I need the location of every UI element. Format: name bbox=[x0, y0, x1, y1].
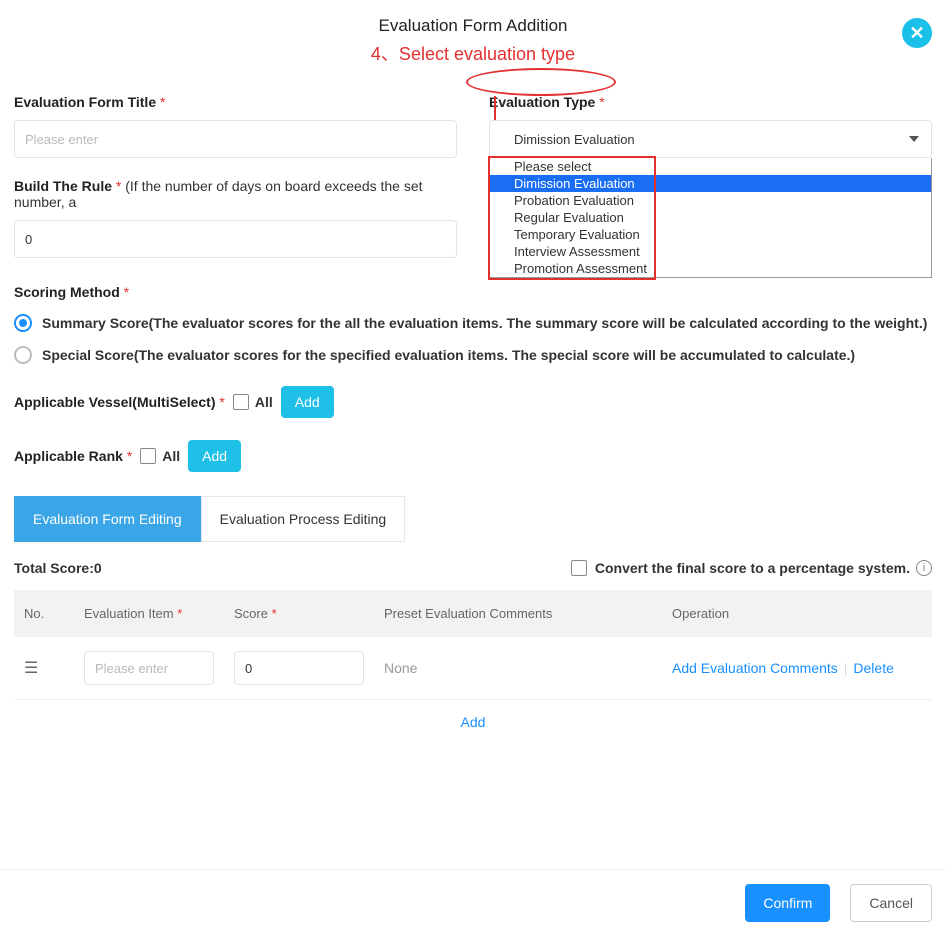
rank-add-button[interactable]: Add bbox=[188, 440, 241, 472]
evaluation-items-table: No. Evaluation Item * Score * Preset Eva… bbox=[14, 590, 932, 744]
evaluation-item-input[interactable] bbox=[84, 651, 214, 685]
summary-score-text: Summary Score(The evaluator scores for t… bbox=[42, 315, 927, 331]
evaluation-type-label: Evaluation Type * bbox=[489, 94, 932, 110]
build-rule-input[interactable] bbox=[14, 220, 457, 258]
evaluation-type-dropdown: Please select Dimission Evaluation Proba… bbox=[489, 158, 932, 278]
evaluation-type-option[interactable]: Temporary Evaluation bbox=[490, 226, 931, 243]
special-score-text: Special Score(The evaluator scores for t… bbox=[42, 347, 855, 363]
vessel-add-button[interactable]: Add bbox=[281, 386, 334, 418]
add-row-link[interactable]: Add bbox=[461, 714, 486, 730]
evaluation-type-option[interactable]: Promotion Assessment bbox=[490, 260, 931, 277]
applicable-rank-label: Applicable Rank * bbox=[14, 448, 132, 464]
confirm-button[interactable]: Confirm bbox=[745, 884, 830, 922]
cancel-button[interactable]: Cancel bbox=[850, 884, 932, 922]
drag-handle-icon[interactable]: ☰ bbox=[24, 660, 38, 677]
form-title-label: Evaluation Form Title * bbox=[14, 94, 457, 110]
scoring-method-label: Scoring Method * bbox=[14, 284, 932, 300]
close-icon: ✕ bbox=[909, 23, 924, 44]
close-button[interactable]: ✕ bbox=[902, 18, 932, 48]
applicable-vessel-label: Applicable Vessel(MultiSelect) * bbox=[14, 394, 225, 410]
total-score-label: Total Score:0 bbox=[14, 560, 102, 576]
delete-row-link[interactable]: Delete bbox=[853, 660, 893, 676]
evaluation-type-option[interactable]: Interview Assessment bbox=[490, 243, 931, 260]
special-score-radio[interactable] bbox=[14, 346, 32, 364]
chevron-down-icon bbox=[909, 136, 919, 142]
col-header-score: Score * bbox=[234, 606, 384, 621]
modal: ✕ Evaluation Form Addition 4、Select eval… bbox=[0, 0, 946, 936]
evaluation-type-option[interactable]: Dimission Evaluation bbox=[490, 175, 931, 192]
build-rule-label: Build The Rule * (If the number of days … bbox=[14, 178, 457, 210]
convert-percentage-checkbox[interactable] bbox=[571, 560, 587, 576]
tab-form-editing[interactable]: Evaluation Form Editing bbox=[14, 496, 201, 542]
annotation-ellipse bbox=[466, 68, 616, 96]
page-title: Evaluation Form Addition bbox=[14, 16, 932, 36]
score-input[interactable] bbox=[234, 651, 364, 685]
vessel-all-label: All bbox=[255, 394, 273, 410]
annotation-step-label: 4、Select evaluation type bbox=[14, 40, 932, 66]
divider: | bbox=[844, 660, 848, 676]
table-row: ☰ None Add Evaluation Comments | Delete bbox=[14, 637, 932, 700]
rank-all-checkbox[interactable] bbox=[140, 448, 156, 464]
evaluation-type-option[interactable]: Please select bbox=[490, 158, 931, 175]
rank-all-label: All bbox=[162, 448, 180, 464]
summary-score-radio[interactable] bbox=[14, 314, 32, 332]
tab-process-editing[interactable]: Evaluation Process Editing bbox=[201, 496, 406, 542]
convert-percentage-label: Convert the final score to a percentage … bbox=[595, 560, 910, 576]
evaluation-type-option[interactable]: Regular Evaluation bbox=[490, 209, 931, 226]
add-evaluation-comments-link[interactable]: Add Evaluation Comments bbox=[672, 660, 838, 676]
evaluation-type-select[interactable]: Dimission Evaluation bbox=[489, 120, 932, 158]
form-title-input[interactable] bbox=[14, 120, 457, 158]
preset-comments-text: None bbox=[384, 660, 417, 676]
info-icon[interactable]: i bbox=[916, 560, 932, 576]
vessel-all-checkbox[interactable] bbox=[233, 394, 249, 410]
evaluation-type-option[interactable]: Probation Evaluation bbox=[490, 192, 931, 209]
col-header-item: Evaluation Item * bbox=[84, 606, 234, 621]
evaluation-type-selected: Dimission Evaluation bbox=[514, 132, 635, 147]
footer: Confirm Cancel bbox=[0, 869, 946, 936]
col-header-preset: Preset Evaluation Comments bbox=[384, 606, 672, 621]
col-header-no: No. bbox=[24, 606, 84, 621]
col-header-operation: Operation bbox=[672, 606, 922, 621]
